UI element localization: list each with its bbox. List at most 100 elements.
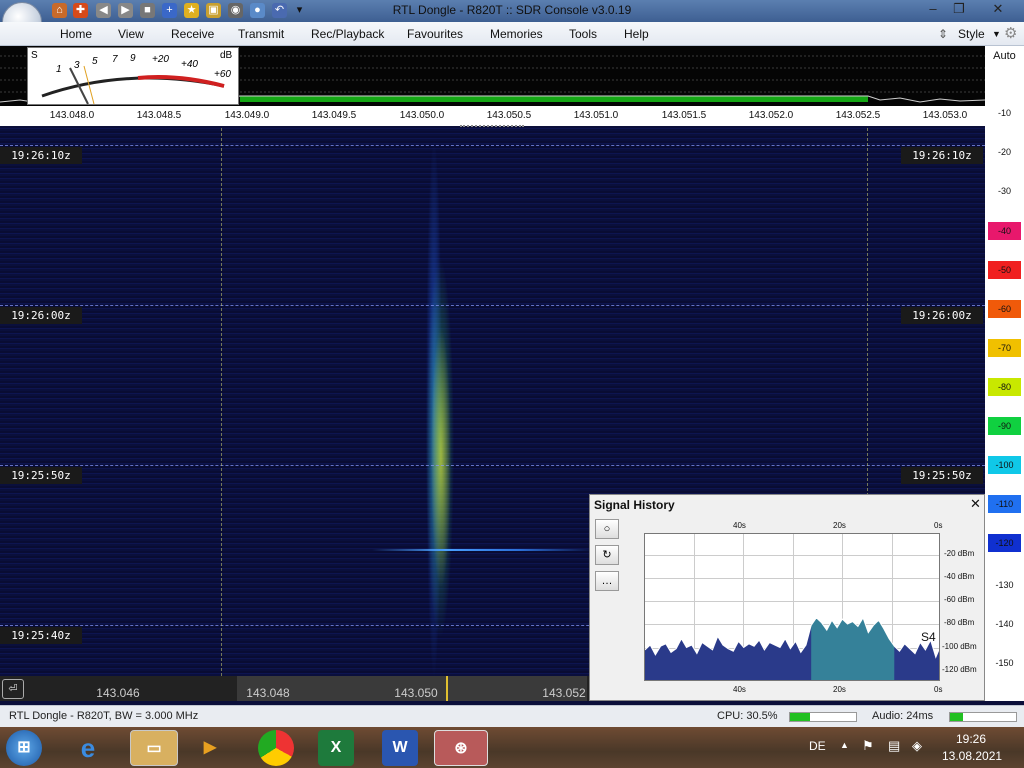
start-button[interactable]: ⊞ (6, 730, 42, 766)
history-peak-area (811, 617, 895, 680)
freq-tick: 143.048.5 (136, 110, 182, 121)
scale-toggle-button[interactable]: ⏎ (2, 679, 24, 699)
menu-tools[interactable]: Tools (569, 27, 597, 41)
chrome-icon[interactable] (258, 730, 294, 766)
level-color-swatch[interactable]: -50 (988, 261, 1021, 279)
level-color-swatch[interactable]: -70 (988, 339, 1021, 357)
file-explorer-icon[interactable]: ▭ (130, 730, 178, 766)
time-label: 19:26:10z (0, 147, 82, 164)
dbm-axis-label: -60 dBm (944, 595, 975, 604)
time-label: 19:26:10z (901, 147, 983, 164)
language-indicator[interactable]: DE (809, 739, 826, 753)
level-color-swatch[interactable]: -90 (988, 417, 1021, 435)
freq-tick: 143.051.5 (661, 110, 707, 121)
level-color-swatch[interactable]: -100 (988, 456, 1021, 474)
s-meter: S 1 3 5 7 9 +20 +40 +60 dB (27, 47, 239, 105)
history-area (645, 617, 939, 680)
freq-tick: 143.050.5 (486, 110, 532, 121)
status-bar: RTL Dongle - R820T, BW = 3.000 MHz CPU: … (0, 705, 1024, 727)
time-axis-label: 20s (833, 521, 846, 530)
meter-scale-label: 9 (130, 53, 136, 64)
time-label: 19:26:00z (901, 307, 983, 324)
frequency-axis[interactable]: 143.048.0 143.048.5 143.049.0 143.049.5 … (0, 106, 985, 126)
freq-tick: 143.048.0 (49, 110, 95, 121)
signal-history-title: Signal History (594, 498, 675, 512)
dbm-axis-label: -120 dBm (942, 665, 977, 674)
level-label: -130 (995, 580, 1014, 590)
excel-icon[interactable]: X (318, 730, 354, 766)
level-label: -150 (995, 658, 1014, 668)
menu-memories[interactable]: Memories (490, 27, 543, 41)
sdr-console-taskbar-icon[interactable]: ⊛ (434, 730, 488, 766)
media-player-icon[interactable]: ▶ (192, 730, 228, 766)
auto-level-button[interactable]: Auto (985, 50, 1024, 62)
tray-flag-icon[interactable]: ⚑ (862, 738, 874, 754)
freq-tick: 143.050.0 (399, 110, 445, 121)
menu-help[interactable]: Help (624, 27, 649, 41)
dbm-axis-label: -40 dBm (944, 572, 975, 581)
tray-expand-icon[interactable]: ▲ (840, 740, 849, 750)
tuning-marker[interactable] (446, 676, 448, 701)
word-icon[interactable]: W (382, 730, 418, 766)
level-color-swatch[interactable]: -80 (988, 378, 1021, 396)
settings-gear-icon[interactable]: ⚙ (1004, 24, 1017, 42)
cpu-usage-text: CPU: 30.5% (717, 710, 778, 722)
time-label: 19:25:50z (0, 467, 82, 484)
menu-bar: Home View Receive Transmit Rec/Playback … (0, 22, 1024, 46)
scale-tick: 143.048 (246, 686, 290, 700)
scale-tick: 143.046 (96, 686, 140, 700)
clock-time[interactable]: 19:26 (956, 732, 986, 746)
freq-tick: 143.052.5 (835, 110, 881, 121)
tray-network-icon[interactable]: ▤ (888, 738, 900, 754)
meter-scale-label: +20 (152, 54, 169, 65)
level-color-swatch[interactable]: -120 (988, 534, 1021, 552)
audio-latency-text: Audio: 24ms (872, 710, 934, 722)
menu-view[interactable]: View (118, 27, 144, 41)
menu-receive[interactable]: Receive (171, 27, 214, 41)
maximize-button[interactable]: ❐ (946, 0, 972, 18)
signal-history-plot[interactable]: S4 (644, 533, 940, 681)
clock-date[interactable]: 13.08.2021 (942, 749, 1002, 763)
meter-scale-label: 5 (92, 56, 98, 67)
menu-home[interactable]: Home (60, 27, 92, 41)
signal-history-close-button[interactable]: ✕ (970, 496, 981, 512)
meter-scale-label: +60 (214, 69, 231, 80)
style-dropdown-icon[interactable]: ▼ (992, 29, 1001, 39)
audio-buffer-bar (949, 712, 1017, 722)
time-axis-label: 20s (833, 685, 846, 694)
dbm-axis-label: -100 dBm (942, 642, 977, 651)
freq-tick: 143.053.0 (922, 110, 968, 121)
more-options-button[interactable]: … (595, 571, 619, 591)
meter-scale-label: 1 (56, 64, 62, 75)
signal-history-trace (645, 616, 939, 680)
time-gridline (0, 305, 985, 306)
filter-edge-line[interactable] (221, 128, 222, 676)
menu-rec-playback[interactable]: Rec/Playback (311, 27, 384, 41)
time-axis-label: 40s (733, 521, 746, 530)
level-color-swatch[interactable]: -60 (988, 300, 1021, 318)
close-button[interactable]: ✕ (985, 0, 1011, 18)
level-colorbar[interactable]: Auto -10 -20 -30 -40 -50 -60 -70 -80 -90 -100 -11… (985, 46, 1024, 701)
title-bar: ⌂ ✚ ◀ ▶ ■ + ★ ▣ ◉ ● ↶ ▾ RTL Dongle - R82… (0, 0, 1024, 42)
level-label: -30 (997, 186, 1011, 196)
scale-tick: 143.050 (394, 686, 438, 700)
style-menu[interactable]: Style (958, 27, 985, 41)
refresh-button[interactable]: ↻ (595, 545, 619, 565)
time-label: 19:25:50z (901, 467, 983, 484)
internet-explorer-icon[interactable]: e (70, 730, 106, 766)
signal-trace (372, 549, 592, 551)
level-color-swatch[interactable]: -40 (988, 222, 1021, 240)
time-axis-label: 0s (934, 685, 943, 694)
level-color-swatch[interactable]: -110 (988, 495, 1021, 513)
freq-tick: 143.049.5 (311, 110, 357, 121)
menu-favourites[interactable]: Favourites (407, 27, 463, 41)
menu-transmit[interactable]: Transmit (238, 27, 284, 41)
level-label: -140 (995, 619, 1014, 629)
cpu-usage-bar (789, 712, 857, 722)
tray-volume-icon[interactable]: ◈ (912, 738, 922, 754)
windows-taskbar: ⊞ e ▭ ▶ X W ⊛ DE ▲ ⚑ ▤ ◈ 19:26 13.08.202… (0, 727, 1024, 768)
record-button[interactable]: ○ (595, 519, 619, 539)
style-arrows-icon[interactable]: ⇕ (938, 27, 948, 41)
level-label: -10 (997, 108, 1011, 118)
minimize-button[interactable]: – (920, 0, 946, 18)
